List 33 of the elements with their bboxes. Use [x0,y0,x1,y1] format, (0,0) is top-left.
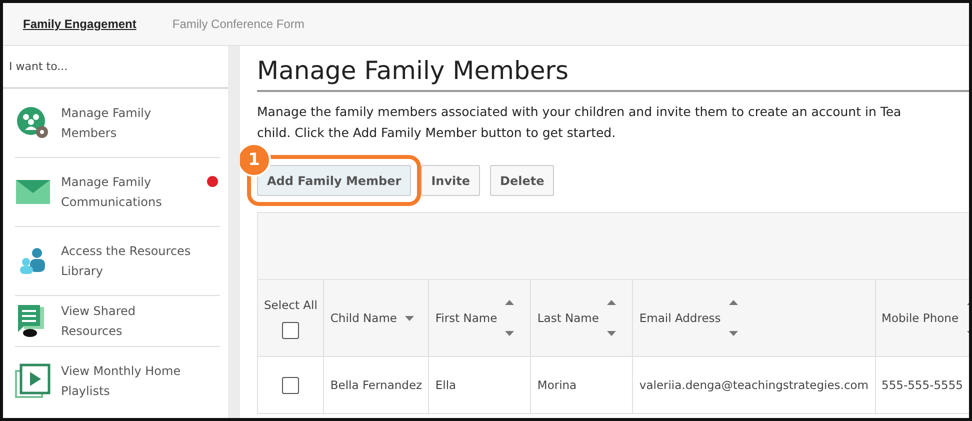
checkbox[interactable] [282,376,300,394]
sidebar-item[interactable]: Access the Resources Library [15,227,220,296]
sort-arrows-icon[interactable] [505,300,514,336]
table-cell: Morina [537,378,577,392]
column-header[interactable]: Email Address [639,311,721,325]
description-text: Manage the family members associated with your children and invite them to create an account in Tea [257,103,902,121]
action-button[interactable]: Delete [490,165,554,196]
column-header[interactable]: First Name [435,311,498,325]
dropdown-caret-icon[interactable] [404,316,414,320]
family-gear-icon [16,106,50,140]
description-text: child. Click the Add Family Member button to get started. [257,124,617,142]
page-title: Manage Family Members [257,56,969,92]
table-cell: Bella Fernandez [330,378,422,392]
sidebar-item[interactable]: View Shared Resources [15,296,220,347]
nav-tab[interactable]: Family Engagement [23,17,136,31]
column-header[interactable]: Last Name [537,311,599,325]
column-header[interactable]: Child Name [330,311,397,325]
play-card-icon [15,363,51,399]
sidebar-item[interactable]: Manage Family Communications [15,158,220,227]
column-header: Select All [264,298,318,312]
sidebar-item[interactable]: View Monthly Home Playlists [15,347,220,415]
envelope-icon [16,178,50,206]
people-icon [18,246,48,276]
action-button[interactable]: Invite [421,165,480,196]
column-header[interactable]: Mobile Phone [882,311,959,325]
checkbox[interactable] [282,322,300,338]
sidebar-item[interactable]: Manage Family Members [15,89,220,158]
sort-arrows-icon[interactable] [728,300,738,336]
table-cell: Ella [435,378,456,392]
sort-arrows-icon[interactable] [606,300,616,336]
step-badge: 1 [240,143,271,177]
table-cell: valeriia.denga@teachingstrategies.com [639,378,869,392]
table-cell: 555-555-5555 [882,378,963,392]
